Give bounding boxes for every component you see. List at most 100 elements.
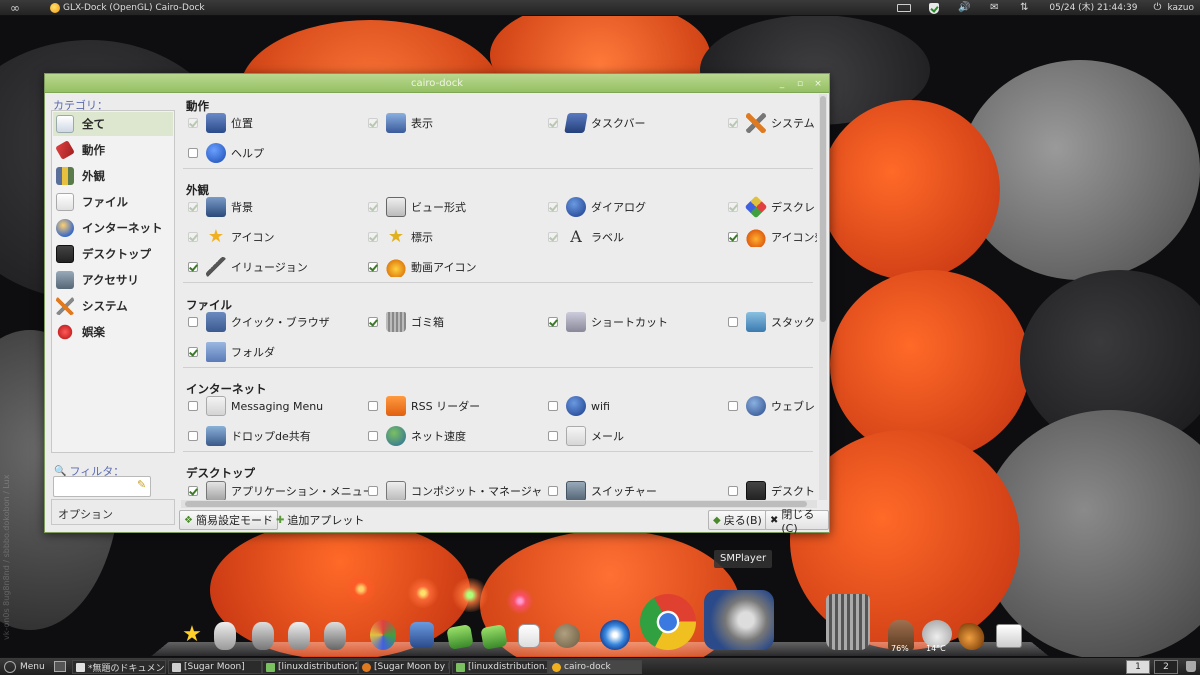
applet-item[interactable]: スタック (728, 310, 815, 334)
guitar-icon[interactable] (958, 620, 986, 650)
launcher-icon[interactable] (288, 622, 310, 650)
applet-checkbox[interactable] (548, 401, 558, 411)
applet-item[interactable]: 背景 (188, 195, 253, 219)
show-desktop-icon[interactable] (54, 661, 66, 672)
simple-mode-button[interactable]: ❖ 簡易設定モード (179, 510, 278, 530)
firework-icon[interactable] (344, 574, 378, 604)
applet-checkbox[interactable] (728, 232, 738, 242)
sidebar-item-behavior[interactable]: 動作 (53, 138, 173, 162)
cairo-dock-app-icon[interactable] (50, 3, 60, 13)
applet-checkbox[interactable] (728, 317, 738, 327)
firework-icon[interactable] (450, 578, 490, 612)
applet-item[interactable]: 表示 (368, 111, 433, 135)
workspace-2[interactable]: 2 (1154, 660, 1178, 674)
applet-checkbox[interactable] (368, 262, 378, 272)
applet-checkbox[interactable] (368, 317, 378, 327)
notes-icon[interactable] (446, 624, 474, 650)
applet-item[interactable]: デスクレッ (728, 195, 817, 219)
safari-compass-icon[interactable] (600, 620, 630, 650)
applet-checkbox[interactable] (368, 401, 378, 411)
applet-checkbox[interactable] (368, 232, 378, 242)
applet-item[interactable]: アイコン効 (728, 225, 817, 249)
keyboard-icon[interactable] (897, 4, 912, 12)
applet-item[interactable]: ネット速度 (368, 424, 466, 448)
notes-icon[interactable] (480, 624, 508, 650)
applet-checkbox[interactable] (728, 118, 738, 128)
applet-item[interactable]: ビュー形式 (368, 195, 466, 219)
applet-checkbox[interactable] (368, 118, 378, 128)
clock[interactable]: 05/24 (木) 21:44:39 (1049, 0, 1137, 16)
dialog-titlebar[interactable]: cairo-dock _ ▫ × (45, 74, 829, 93)
switch-icon[interactable] (996, 624, 1022, 648)
applet-item[interactable]: ドロップde共有 (188, 424, 311, 448)
taskbar-task[interactable]: [Sugar Moon] (168, 660, 262, 674)
options-expander[interactable]: オプション (51, 499, 175, 525)
launcher-star-icon[interactable]: ★ (180, 622, 204, 650)
workspace-1[interactable]: 1 (1126, 660, 1150, 674)
applet-item[interactable]: wifi (548, 394, 610, 418)
power-icon[interactable]: ⏻ (1151, 0, 1163, 16)
clear-filter-icon[interactable]: ✎ (137, 478, 149, 492)
trash-applet-icon[interactable] (1186, 661, 1196, 672)
applet-checkbox[interactable] (728, 486, 738, 496)
applet-item[interactable]: コンポジット・マネージャ (368, 479, 542, 500)
trash-bin-icon[interactable] (826, 594, 870, 650)
applet-checkbox[interactable] (188, 232, 198, 242)
applet-checkbox[interactable] (728, 202, 738, 212)
applet-checkbox[interactable] (548, 118, 558, 128)
applet-checkbox[interactable] (728, 401, 738, 411)
firework-icon[interactable] (506, 588, 534, 614)
volume-icon[interactable]: 🔊 (949, 0, 979, 16)
applet-item[interactable]: デスクトッ (728, 479, 817, 500)
applet-item[interactable]: フォルダ (188, 340, 275, 364)
applet-item[interactable]: クイック・ブラウザ (188, 310, 330, 334)
smplayer-icon[interactable] (704, 590, 774, 650)
launcher-icon[interactable] (214, 622, 236, 650)
maximize-button[interactable]: ▫ (795, 79, 805, 89)
applet-item[interactable]: Messaging Menu (188, 394, 323, 418)
applet-checkbox[interactable] (188, 148, 198, 158)
applet-item[interactable]: A ラベル (548, 225, 624, 249)
chrome-icon[interactable] (640, 594, 696, 650)
close-window-button[interactable]: × (813, 79, 823, 89)
applet-checkbox[interactable] (188, 486, 198, 496)
applet-item[interactable]: スイッチャー (548, 479, 657, 500)
taskbar-task[interactable]: [Sugar Moon by PC (358, 660, 450, 674)
sidebar-item-appearance[interactable]: 外観 (53, 164, 173, 188)
applet-item[interactable]: ダイアログ (548, 195, 646, 219)
cd-player-icon[interactable] (370, 620, 396, 650)
infinity-icon[interactable]: ∞ (10, 0, 20, 16)
applet-item[interactable]: 位置 (188, 111, 253, 135)
applet-checkbox[interactable] (548, 232, 558, 242)
applet-checkbox[interactable] (188, 202, 198, 212)
launcher-icon[interactable] (252, 622, 274, 650)
network-icon[interactable]: ⇅ (1009, 0, 1039, 16)
taskbar-task[interactable]: *無題のドキュメント１ - gedit (72, 660, 166, 674)
taskbar-task[interactable]: [linuxdistribution2.ht (262, 660, 358, 674)
applet-checkbox[interactable] (368, 431, 378, 441)
applet-item[interactable]: ヘルプ (188, 141, 264, 165)
add-applet-button[interactable]: ✚ 追加アプレット (271, 510, 369, 530)
applet-checkbox[interactable] (188, 401, 198, 411)
firework-icon[interactable] (406, 578, 440, 608)
applet-checkbox[interactable] (188, 317, 198, 327)
applet-checkbox[interactable] (548, 317, 558, 327)
back-button[interactable]: ◆ 戻る(B) (708, 510, 767, 530)
applet-item[interactable]: 動画アイコン (368, 255, 476, 279)
minimize-button[interactable]: _ (777, 79, 787, 89)
sidebar-item-desktop[interactable]: デスクトップ (53, 242, 173, 266)
sidebar-item-internet[interactable]: インターネット (53, 216, 173, 240)
applet-item[interactable]: アプリケーション・メニュー (188, 479, 374, 500)
vertical-scrollbar[interactable] (819, 94, 827, 500)
applet-checkbox[interactable] (548, 202, 558, 212)
sidebar-item-files[interactable]: ファイル (53, 190, 173, 214)
document-icon[interactable] (518, 624, 540, 648)
taskbar-task[interactable]: cairo-dock (548, 660, 642, 674)
user-name[interactable]: kazuo (1167, 0, 1194, 16)
gimp-icon[interactable] (554, 624, 580, 648)
text-editor-icon[interactable] (410, 622, 434, 648)
applet-item[interactable]: ショートカット (548, 310, 668, 334)
mail-indicator-icon[interactable]: ✉ (979, 0, 1009, 16)
horizontal-scrollbar[interactable] (181, 500, 817, 508)
menu-button[interactable]: Menu (4, 658, 45, 675)
